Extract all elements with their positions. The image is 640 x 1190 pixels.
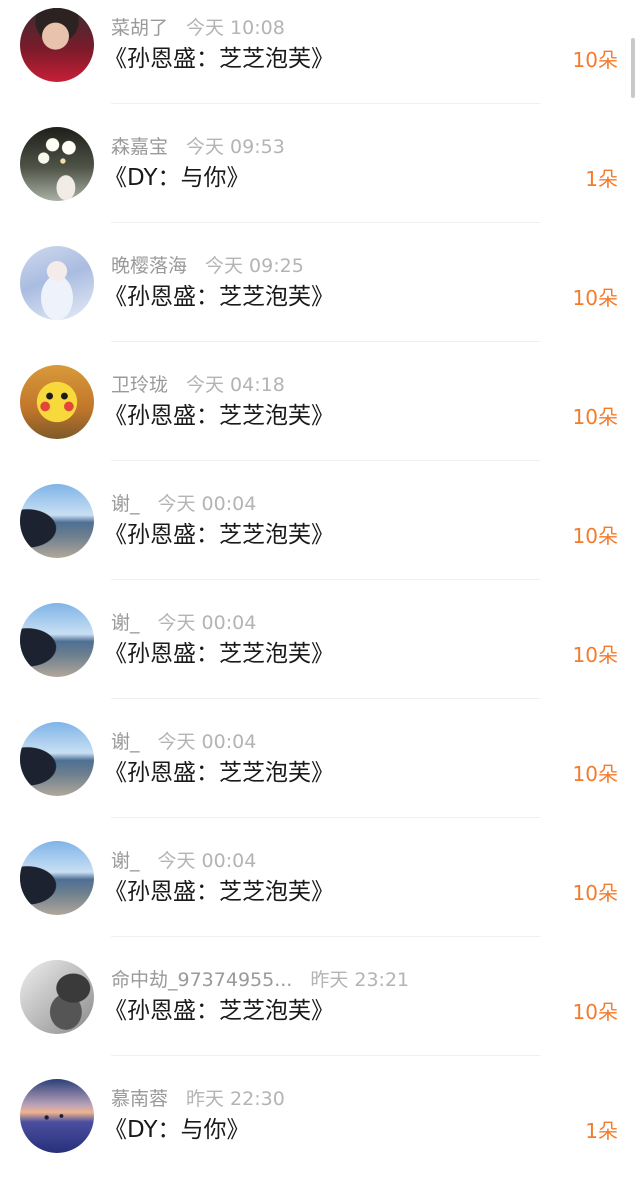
timestamp: 今天 09:25 xyxy=(205,255,304,277)
divider xyxy=(111,222,540,223)
timestamp: 昨天 22:30 xyxy=(186,1088,285,1110)
timestamp: 昨天 23:21 xyxy=(310,969,410,991)
gift-title: 《孙恩盛：芝芝泡芙》 xyxy=(104,403,334,429)
beach-avatar-icon[interactable] xyxy=(20,484,94,558)
gift-title: 《孙恩盛：芝芝泡芙》 xyxy=(104,284,334,310)
divider xyxy=(111,817,540,818)
list-item[interactable]: 菜胡了 今天 10:08 《孙恩盛：芝芝泡芙》 10朵 xyxy=(0,0,640,119)
flower-count: 10朵 xyxy=(572,48,618,72)
portrait-avatar-icon[interactable] xyxy=(20,960,94,1034)
divider xyxy=(111,579,540,580)
list-item[interactable]: 谢_ 今天 00:04 《孙恩盛：芝芝泡芙》 10朵 xyxy=(0,595,640,714)
flower-count: 10朵 xyxy=(572,762,618,786)
list-item[interactable]: 命中劫_97374955... 昨天 23:21 《孙恩盛：芝芝泡芙》 10朵 xyxy=(0,952,640,1071)
username[interactable]: 命中劫_97374955... xyxy=(111,969,292,991)
username[interactable]: 森嘉宝 xyxy=(111,136,168,158)
beach-avatar-icon[interactable] xyxy=(20,603,94,677)
divider xyxy=(111,698,540,699)
flower-count: 10朵 xyxy=(572,405,618,429)
gift-title: 《孙恩盛：芝芝泡芙》 xyxy=(104,760,334,786)
list-item[interactable]: 晚樱落海 今天 09:25 《孙恩盛：芝芝泡芙》 10朵 xyxy=(0,238,640,357)
list-item[interactable]: 慕南蓉 昨天 22:30 《DY：与你》 1朵 xyxy=(0,1071,640,1190)
gift-record-list: 菜胡了 今天 10:08 《孙恩盛：芝芝泡芙》 10朵 森嘉宝 今天 09:53 《… xyxy=(0,0,640,1190)
username[interactable]: 谢_ xyxy=(111,850,140,872)
gift-title: 《孙恩盛：芝芝泡芙》 xyxy=(104,879,334,905)
timestamp: 今天 00:04 xyxy=(157,612,257,634)
timestamp: 今天 09:53 xyxy=(186,136,285,158)
timestamp: 今天 00:04 xyxy=(157,493,257,515)
gift-title: 《孙恩盛：芝芝泡芙》 xyxy=(104,998,334,1024)
username[interactable]: 慕南蓉 xyxy=(111,1088,168,1110)
fairy-avatar-icon[interactable] xyxy=(20,246,94,320)
flower-avatar-icon[interactable] xyxy=(20,127,94,201)
list-item[interactable]: 森嘉宝 今天 09:53 《DY：与你》 1朵 xyxy=(0,119,640,238)
flower-count: 10朵 xyxy=(572,286,618,310)
gift-title: 《孙恩盛：芝芝泡芙》 xyxy=(104,522,334,548)
flower-count: 1朵 xyxy=(585,167,618,191)
timestamp: 今天 00:04 xyxy=(157,731,257,753)
beach-avatar-icon[interactable] xyxy=(20,841,94,915)
timestamp: 今天 04:18 xyxy=(186,374,285,396)
gift-title: 《孙恩盛：芝芝泡芙》 xyxy=(104,46,334,72)
divider xyxy=(111,460,540,461)
gift-title: 《DY：与你》 xyxy=(104,1117,250,1143)
list-item[interactable]: 谢_ 今天 00:04 《孙恩盛：芝芝泡芙》 10朵 xyxy=(0,476,640,595)
gift-title: 《孙恩盛：芝芝泡芙》 xyxy=(104,641,334,667)
scrollbar[interactable] xyxy=(631,38,635,98)
person-avatar-icon[interactable] xyxy=(20,8,94,82)
flower-count: 10朵 xyxy=(572,1000,618,1024)
username[interactable]: 卫玲珑 xyxy=(111,374,168,396)
username[interactable]: 谢_ xyxy=(111,612,140,634)
username[interactable]: 谢_ xyxy=(111,493,140,515)
divider xyxy=(111,1055,540,1056)
timestamp: 今天 10:08 xyxy=(186,17,285,39)
flower-count: 10朵 xyxy=(572,643,618,667)
flower-count: 10朵 xyxy=(572,524,618,548)
gift-title: 《DY：与你》 xyxy=(104,165,250,191)
divider xyxy=(111,341,540,342)
username[interactable]: 晚樱落海 xyxy=(111,255,187,277)
sunset-avatar-icon[interactable] xyxy=(20,1079,94,1153)
list-item[interactable]: 谢_ 今天 00:04 《孙恩盛：芝芝泡芙》 10朵 xyxy=(0,833,640,952)
beach-avatar-icon[interactable] xyxy=(20,722,94,796)
username[interactable]: 菜胡了 xyxy=(111,17,168,39)
flower-count: 1朵 xyxy=(585,1119,618,1143)
pikachu-avatar-icon[interactable] xyxy=(20,365,94,439)
flower-count: 10朵 xyxy=(572,881,618,905)
username[interactable]: 谢_ xyxy=(111,731,140,753)
list-item[interactable]: 卫玲珑 今天 04:18 《孙恩盛：芝芝泡芙》 10朵 xyxy=(0,357,640,476)
divider xyxy=(111,936,540,937)
list-item[interactable]: 谢_ 今天 00:04 《孙恩盛：芝芝泡芙》 10朵 xyxy=(0,714,640,833)
timestamp: 今天 00:04 xyxy=(157,850,257,872)
divider xyxy=(111,103,540,104)
